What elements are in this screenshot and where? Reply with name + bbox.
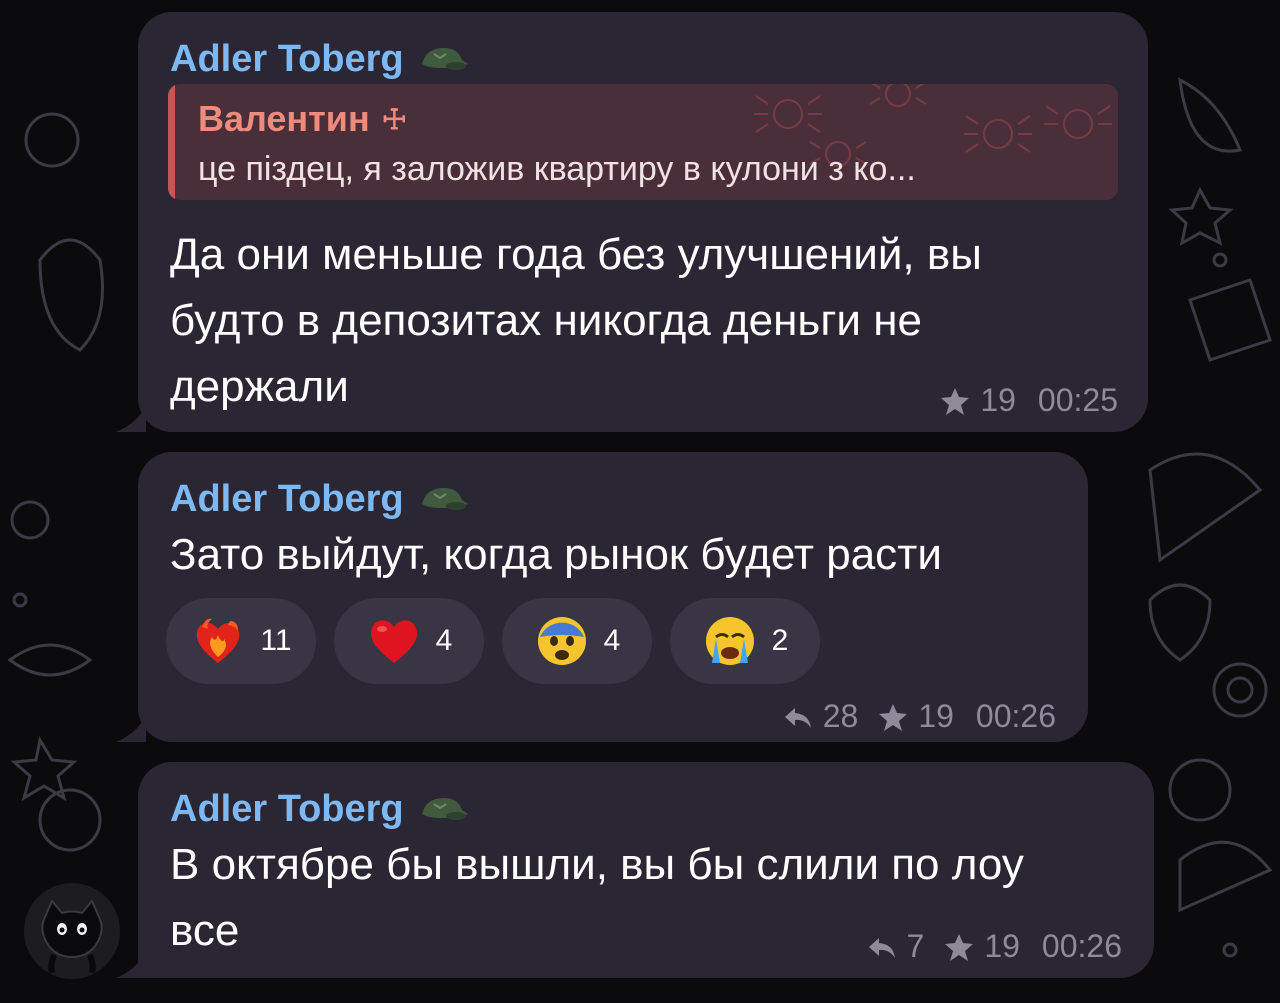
fearful-face-icon <box>537 617 586 665</box>
black-cat-icon <box>41 899 103 974</box>
message-text-line: держали <box>170 362 349 411</box>
bubble-tail <box>116 952 146 978</box>
reaction-red-heart[interactable]: 4 <box>334 598 484 684</box>
reaction-count: 4 <box>603 624 621 657</box>
reply-arrow-icon <box>784 707 811 728</box>
message-text: Да они меньше года без улучшений, вы буд… <box>170 222 982 420</box>
reply-author: Валентин ☩ <box>198 98 407 140</box>
message-bubble[interactable]: Adler Toberg В октябре бы вышли, вы бы с… <box>116 762 1154 978</box>
avatar[interactable] <box>24 883 120 979</box>
reactions-row: 11 4 4 2 <box>166 598 820 684</box>
reaction-fearful-face[interactable]: 4 <box>502 598 652 684</box>
message-time: 00:25 <box>1037 382 1118 418</box>
boost-count: 19 <box>918 698 954 734</box>
reply-text: це піздец, я заложив квартиру в кулони з… <box>198 150 916 188</box>
message-bubble[interactable]: Adler Toberg Зато выйдут, когда рынок бу… <box>116 452 1088 742</box>
reaction-heart-on-fire[interactable]: 11 <box>166 598 316 684</box>
reply-quote[interactable]: Валентин ☩ це піздец, я заложив квартиру… <box>168 84 1118 200</box>
message-meta: 19 00:25 <box>940 382 1118 419</box>
reaction-crying-face[interactable]: 2 <box>670 598 820 684</box>
reaction-count: 11 <box>260 624 292 657</box>
sender-name[interactable]: Adler Toberg <box>170 788 468 831</box>
message-text-line: В октябре бы вышли, вы бы слили по лоу <box>170 840 1024 889</box>
sender-name[interactable]: Adler Toberg <box>170 478 468 521</box>
star-icon <box>941 387 970 415</box>
red-heart-icon <box>370 620 417 663</box>
reaction-count: 4 <box>435 624 453 657</box>
star-icon <box>945 933 974 961</box>
army-cap-icon <box>421 47 468 70</box>
reply-author-name: Валентин <box>198 98 370 139</box>
heart-on-fire-icon <box>197 618 240 663</box>
sender-name-text[interactable]: Adler Toberg <box>170 788 404 831</box>
message-text-line: будто в депозитах никогда деньги не <box>170 296 922 345</box>
bubble-tail <box>116 406 146 432</box>
sender-name-text[interactable]: Adler Toberg <box>170 38 404 81</box>
reply-accent-bar <box>168 84 175 200</box>
reply-arrow-icon <box>868 937 895 958</box>
message-time: 00:26 <box>1041 928 1122 964</box>
sender-name[interactable]: Adler Toberg <box>170 38 468 81</box>
bubble-tail <box>116 716 146 742</box>
reply-count: 28 <box>822 698 859 734</box>
message-time: 00:26 <box>975 698 1056 734</box>
army-cap-icon <box>421 487 468 510</box>
star-icon <box>879 703 908 731</box>
message-meta: 28 19 00:26 <box>783 698 1056 735</box>
sender-name-text[interactable]: Adler Toberg <box>170 478 404 521</box>
reply-count: 7 <box>906 928 925 964</box>
crying-face-icon <box>705 617 754 665</box>
boost-count: 19 <box>980 382 1016 418</box>
message-text: Зато выйдут, когда рынок будет расти <box>170 522 942 588</box>
message-meta: 7 19 00:26 <box>867 928 1122 965</box>
message-text-line: Зато выйдут, когда рынок будет расти <box>170 530 942 579</box>
army-cap-icon <box>421 797 468 820</box>
message-bubble[interactable]: Adler Toberg Валентин ☩ це піздец, я зал… <box>116 12 1148 432</box>
reaction-count: 2 <box>771 624 789 657</box>
message-text-line: Да они меньше года без улучшений, вы <box>170 230 982 279</box>
boost-count: 19 <box>984 928 1020 964</box>
reply-author-emoji: ☩ <box>381 103 407 135</box>
